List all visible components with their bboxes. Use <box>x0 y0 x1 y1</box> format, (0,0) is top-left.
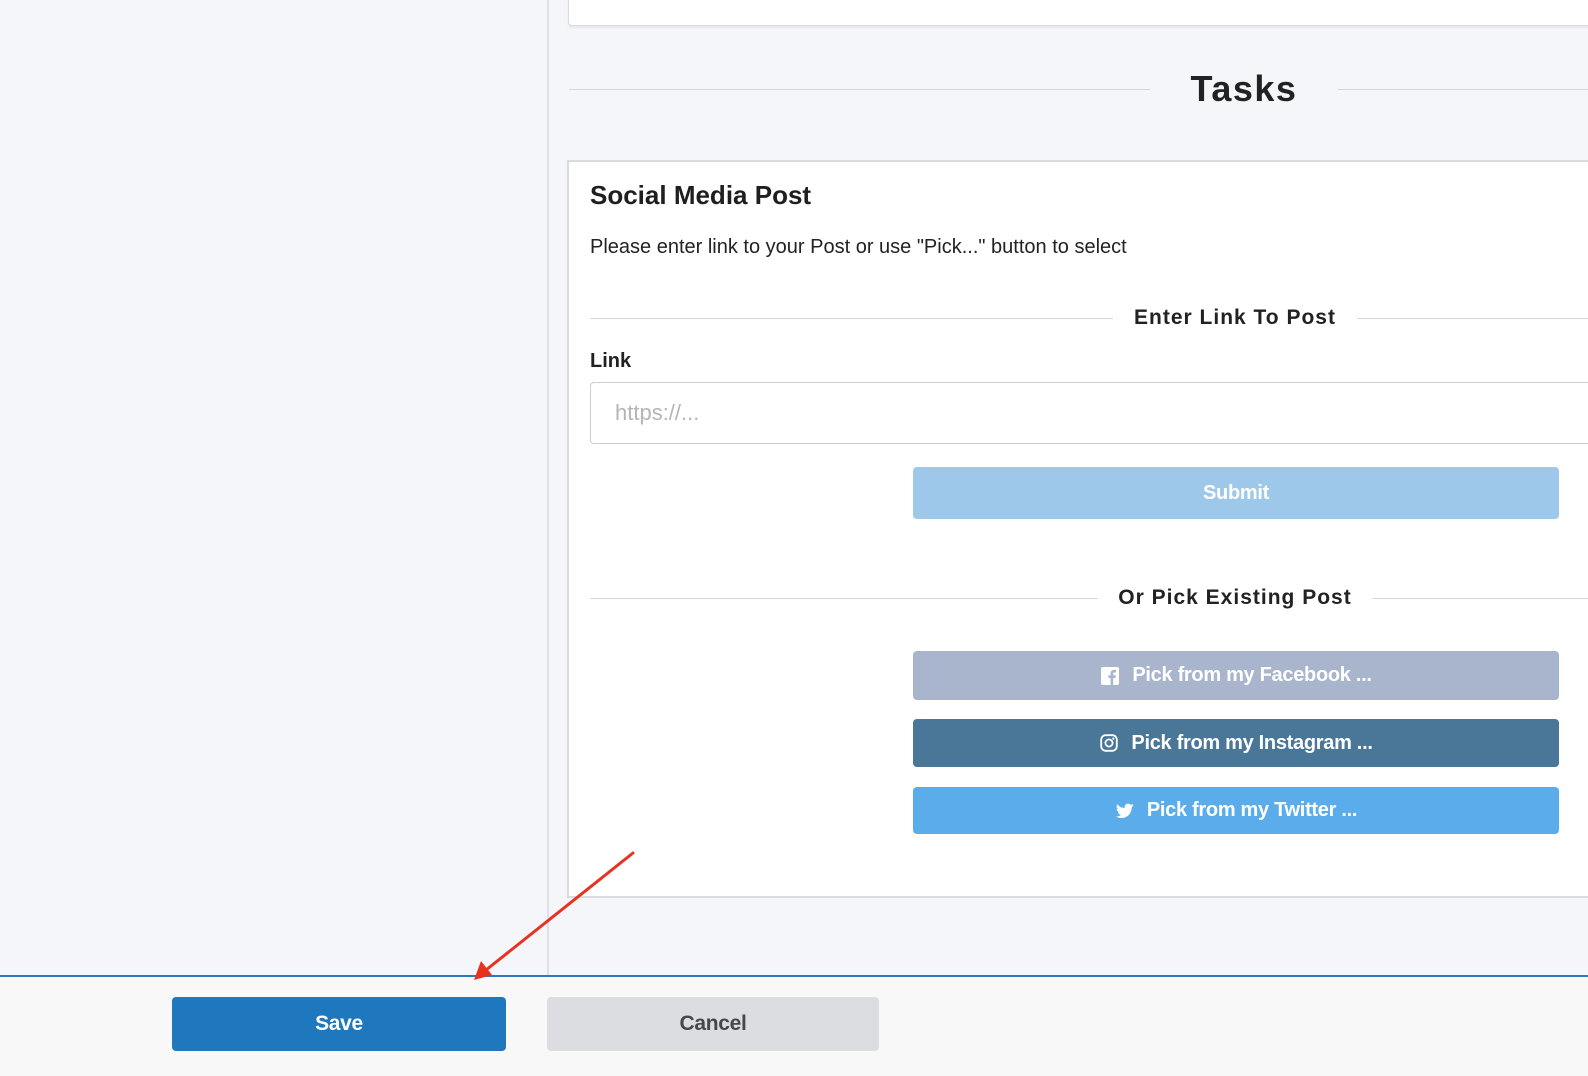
divider-line-left <box>590 598 1098 599</box>
pick-twitter-label: Pick from my Twitter ... <box>1146 799 1358 821</box>
save-button[interactable]: Save <box>172 997 506 1051</box>
divider-line-left <box>569 89 1150 90</box>
screen: Tasks Social Media Post Please enter lin… <box>0 0 1588 1076</box>
link-field-label: Link <box>590 350 632 372</box>
divider-line-right <box>1372 598 1588 599</box>
pick-instagram-button[interactable]: Pick from my Instagram ... <box>913 719 1559 767</box>
social-media-post-card: Social Media Post Please enter link to y… <box>567 160 1588 898</box>
pick-instagram-label: Pick from my Instagram ... <box>1131 731 1373 754</box>
card-description: Please enter link to your Post or use "P… <box>590 236 1127 258</box>
pick-existing-title: Or Pick Existing Post <box>1118 586 1352 609</box>
card-heading: Social Media Post <box>590 180 812 210</box>
divider-line-left <box>590 318 1113 319</box>
submit-button-label: Submit <box>1203 481 1269 504</box>
tasks-section-header: Tasks <box>569 66 1588 112</box>
twitter-icon <box>1115 801 1135 821</box>
link-input[interactable] <box>590 382 1588 444</box>
footer-bar: Save Cancel <box>0 975 1588 1076</box>
pick-existing-section-header: Or Pick Existing Post <box>590 583 1588 613</box>
previous-card <box>568 0 1588 26</box>
enter-link-section-header: Enter Link To Post <box>590 303 1588 333</box>
left-panel <box>0 0 549 988</box>
divider-line-right <box>1338 89 1588 90</box>
divider-line-right <box>1357 318 1588 319</box>
facebook-icon <box>1100 666 1120 686</box>
pick-facebook-button[interactable]: Pick from my Facebook ... <box>913 651 1559 700</box>
pick-facebook-label: Pick from my Facebook ... <box>1132 664 1372 686</box>
submit-button[interactable]: Submit <box>913 467 1559 519</box>
tasks-title: Tasks <box>1190 68 1298 109</box>
enter-link-title: Enter Link To Post <box>1134 306 1336 329</box>
right-panel: Tasks Social Media Post Please enter lin… <box>549 0 1588 988</box>
instagram-icon <box>1099 733 1119 753</box>
pick-twitter-button[interactable]: Pick from my Twitter ... <box>913 787 1559 834</box>
cancel-button[interactable]: Cancel <box>547 997 879 1051</box>
